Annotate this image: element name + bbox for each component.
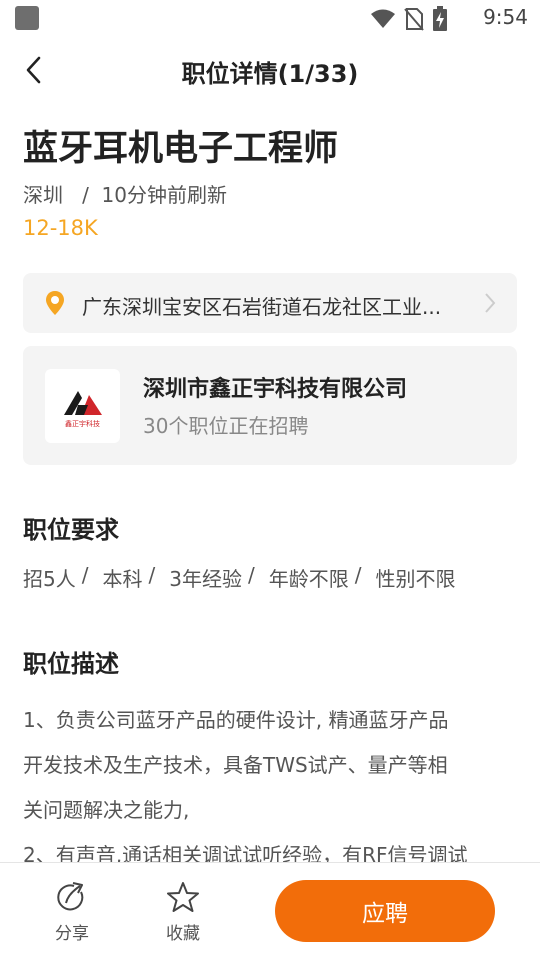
requirement-item: 招5人 (23, 567, 76, 591)
requirement-separator: / (247, 563, 255, 587)
requirement-item: 年龄不限 (268, 567, 349, 591)
description-heading: 职位描述 (23, 650, 119, 678)
nav-bar: 职位详情(1/33) (0, 40, 540, 100)
chevron-right-icon (485, 293, 496, 313)
status-time: 9:54 (483, 5, 528, 29)
address-card[interactable]: 广东深圳宝安区石岩街道石龙社区工业... (23, 273, 517, 333)
share-button[interactable]: 分享 (42, 881, 102, 944)
share-label: 分享 (55, 924, 89, 944)
page-title: 职位详情(1/33) (181, 60, 359, 88)
requirements-heading: 职位要求 (23, 516, 119, 544)
company-logo: 鑫正宇科技 (45, 369, 120, 443)
requirement-item: 3年经验 (169, 567, 242, 591)
description-line: 1、负责公司蓝牙产品的硬件设计, 精通蓝牙产品 (23, 708, 449, 732)
favorite-button[interactable]: 收藏 (153, 881, 213, 944)
requirements-list: 招5人 / 本科/ 3年经验 / 年龄不限 / 性别不限 (23, 563, 455, 592)
location-pin-icon (46, 291, 64, 315)
no-sim-icon (404, 8, 424, 31)
job-city: 深圳 (23, 183, 63, 207)
status-bar: 9:54 (0, 0, 540, 36)
battery-charging-icon (433, 6, 447, 31)
requirement-item: 本科 (102, 567, 143, 591)
job-meta: 深圳 / 10分钟前刷新 (23, 179, 227, 208)
company-logo-mark (64, 391, 102, 415)
description-line: 开发技术及生产技术，具备TWS试产、量产等相 (23, 753, 448, 777)
company-name: 深圳市鑫正宇科技有限公司 (143, 377, 408, 402)
requirement-separator: / (81, 563, 89, 587)
bottom-action-bar: 分享 收藏 应聘 (0, 862, 540, 961)
apply-button[interactable]: 应聘 (275, 880, 495, 942)
status-icons (370, 6, 448, 32)
favorite-label: 收藏 (166, 924, 200, 944)
job-salary: 12-18K (23, 216, 98, 240)
share-icon (57, 882, 84, 911)
wifi-icon (371, 9, 395, 28)
description-line: 关问题解决之能力, (23, 798, 190, 822)
company-jobs-count: 30个职位正在招聘 (143, 414, 309, 438)
app-notification-icon (15, 6, 39, 30)
star-icon (167, 882, 199, 912)
requirement-item: 性别不限 (375, 567, 456, 591)
job-refreshed: 10分钟前刷新 (101, 183, 227, 207)
requirement-separator: / (148, 563, 156, 587)
company-card[interactable]: 鑫正宇科技 深圳市鑫正宇科技有限公司 30个职位正在招聘 (23, 346, 517, 465)
meta-separator: / (69, 183, 96, 207)
job-description: 1、负责公司蓝牙产品的硬件设计, 精通蓝牙产品 开发技术及生产技术，具备TWS试… (23, 698, 519, 878)
requirement-separator: / (354, 563, 362, 587)
job-title: 蓝牙耳机电子工程师 (23, 129, 339, 169)
address-text: 广东深圳宝安区石岩街道石龙社区工业... (82, 295, 442, 319)
company-logo-text: 鑫正宇科技 (65, 420, 100, 428)
